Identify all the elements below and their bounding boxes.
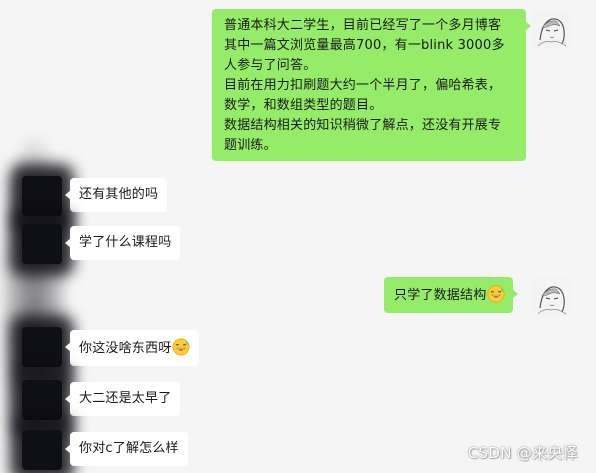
blurred-avatar[interactable] <box>22 380 62 420</box>
blurred-avatar[interactable] <box>22 327 62 367</box>
message-text: 你这没啥东西呀 <box>79 341 172 356</box>
message-text: 只学了数据结构 <box>394 288 487 303</box>
grinning-sweat-emoji-icon <box>487 285 505 303</box>
message-bubble[interactable]: 学了什么课程吗 <box>64 226 181 260</box>
anime-sketch-avatar-icon <box>532 10 570 48</box>
message-bubble[interactable]: 大二还是太早了 <box>64 382 181 416</box>
chat-window: 普通本科大二学生，目前已经写了一个多月博客 其中一篇文浏览量最高700，有一bl… <box>0 0 596 473</box>
message-bubble[interactable]: 只学了数据结构 <box>384 277 519 313</box>
message-bubble[interactable]: 你这没啥东西呀 <box>64 330 200 366</box>
blurred-avatar[interactable] <box>22 430 62 470</box>
anime-sketch-avatar-icon <box>532 278 570 316</box>
message-bubble[interactable]: 还有其他的吗 <box>64 178 168 212</box>
watermark: CSDN @来央怿 <box>467 444 578 462</box>
avatar[interactable] <box>532 278 570 316</box>
grinning-sweat-emoji-icon <box>172 338 190 356</box>
message-bubble[interactable]: 你对c了解怎么样 <box>65 432 188 466</box>
avatar[interactable] <box>532 10 570 48</box>
blurred-avatar[interactable] <box>22 224 62 264</box>
message-bubble[interactable]: 普通本科大二学生，目前已经写了一个多月博客 其中一篇文浏览量最高700，有一bl… <box>212 9 531 161</box>
blurred-avatar[interactable] <box>22 176 62 216</box>
